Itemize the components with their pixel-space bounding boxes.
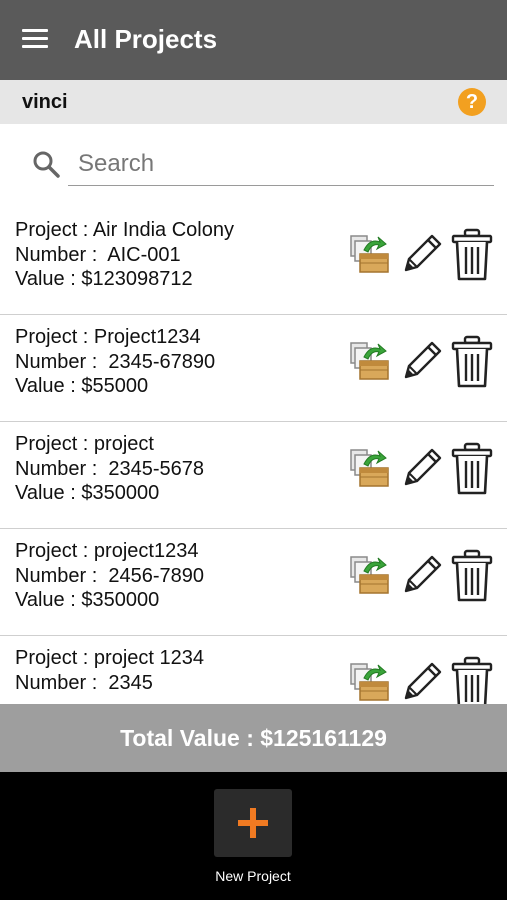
project-number: Number : 2345-67890 [15,350,216,373]
project-number: Number : 2456-7890 [15,564,205,587]
project-row[interactable]: Project : project Number : 2345-5678 Val… [0,422,507,529]
new-project-button[interactable] [214,789,292,857]
help-icon[interactable]: ? [458,88,486,116]
project-list[interactable]: Project : Air India Colony Number : AIC-… [0,208,507,704]
search-input[interactable] [68,142,494,186]
export-icon[interactable] [348,660,392,704]
edit-pencil-icon[interactable] [400,337,444,383]
project-row[interactable]: Project : project 1234 Number : 2345 [0,636,507,704]
page-title: All Projects [74,24,218,54]
plus-icon [238,808,268,838]
project-name: Project : Air India Colony [15,219,234,241]
hamburger-menu-icon[interactable] [22,29,48,49]
project-number: Number : AIC-001 [15,243,181,266]
delete-trash-icon[interactable] [450,335,494,389]
project-info: Project : Project1234 Number : 2345-6789… [15,325,215,399]
project-info: Project : project1234 Number : 2456-7890… [15,539,204,613]
new-project-label: New Project [215,868,291,884]
project-value: Value : $55000 [15,375,149,397]
project-row[interactable]: Project : Air India Colony Number : AIC-… [0,208,507,315]
user-bar: vinci [0,80,507,124]
delete-trash-icon[interactable] [450,656,494,704]
export-icon[interactable] [348,339,392,383]
project-name: Project : project1234 [15,540,199,562]
username-label: vinci [22,91,68,113]
project-number: Number : 2345 [15,671,153,694]
project-name: Project : project 1234 [15,647,204,669]
export-icon[interactable] [348,553,392,597]
search-icon [33,151,60,178]
delete-trash-icon[interactable] [450,442,494,496]
project-number: Number : 2345-5678 [15,457,205,480]
edit-pencil-icon[interactable] [400,444,444,490]
export-icon[interactable] [348,232,392,276]
search-bar [0,124,507,208]
edit-pencil-icon[interactable] [400,658,444,704]
delete-trash-icon[interactable] [450,228,494,282]
project-info: Project : project 1234 Number : 2345 [15,646,204,695]
project-row[interactable]: Project : Project1234 Number : 2345-6789… [0,315,507,422]
app-bar: All Projects [0,0,507,80]
export-icon[interactable] [348,446,392,490]
project-info: Project : project Number : 2345-5678 Val… [15,432,204,506]
project-info: Project : Air India Colony Number : AIC-… [15,218,234,292]
edit-pencil-icon[interactable] [400,230,444,276]
project-value: Value : $350000 [15,482,160,504]
project-name: Project : Project1234 [15,326,201,348]
project-name: Project : project [15,433,154,455]
project-value: Value : $350000 [15,589,160,611]
edit-pencil-icon[interactable] [400,551,444,597]
project-row[interactable]: Project : project1234 Number : 2456-7890… [0,529,507,636]
project-value: Value : $123098712 [15,268,193,290]
delete-trash-icon[interactable] [450,549,494,603]
total-value-text: Total Value : $125161129 [120,724,387,751]
total-value-bar: Total Value : $125161129 [0,704,507,772]
